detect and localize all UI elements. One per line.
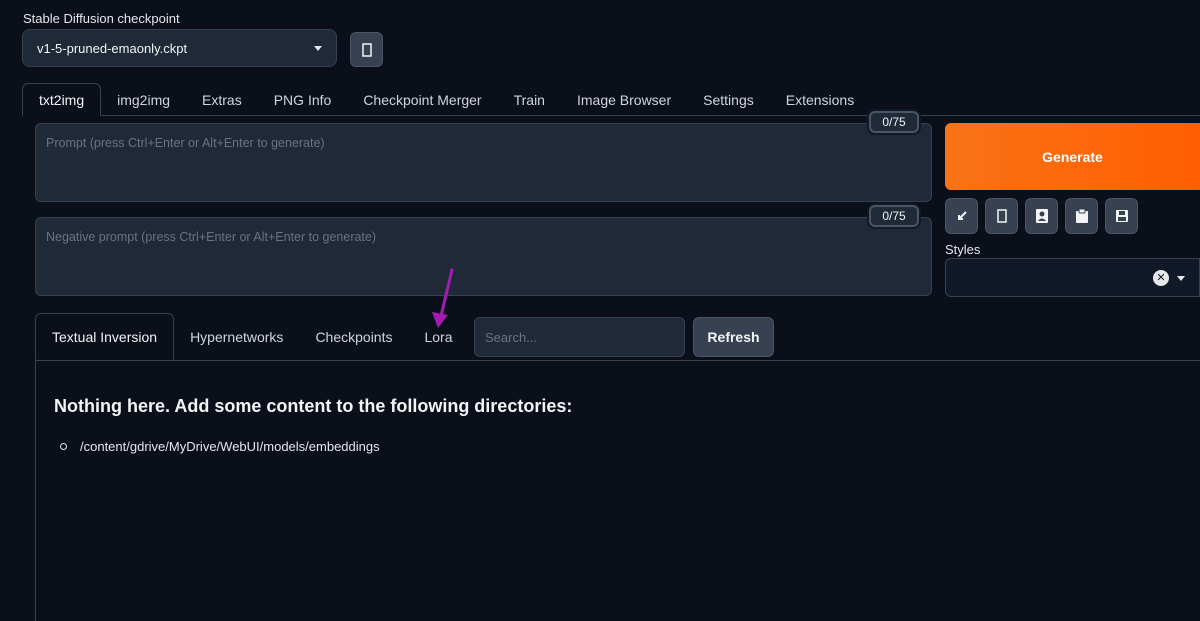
chevron-down-icon xyxy=(1177,276,1185,281)
prompt-input[interactable]: Prompt (press Ctrl+Enter or Alt+Enter to… xyxy=(35,123,932,202)
empty-state-message: Nothing here. Add some content to the fo… xyxy=(54,396,573,416)
save-style-button[interactable] xyxy=(1105,198,1138,234)
clear-icon[interactable]: ✕ xyxy=(1153,270,1169,286)
negative-prompt-token-counter: 0/75 xyxy=(869,205,919,227)
tab-extensions[interactable]: Extensions xyxy=(770,83,870,116)
styles-label: Styles xyxy=(945,242,981,257)
extra-networks-refresh-button[interactable]: Refresh xyxy=(693,317,774,357)
save-icon xyxy=(1115,210,1128,222)
styles-select[interactable]: ✕ xyxy=(945,258,1200,297)
checkpoint-select[interactable]: v1-5-pruned-emaonly.ckpt xyxy=(22,29,337,67)
extra-networks-tabs: Textual Inversion Hypernetworks Checkpoi… xyxy=(35,313,469,360)
refresh-icon xyxy=(361,42,372,57)
generate-button[interactable]: Generate xyxy=(945,123,1200,190)
clear-prompt-button[interactable] xyxy=(985,198,1018,234)
list-item: /content/gdrive/MyDrive/WebUI/models/emb… xyxy=(60,439,380,454)
directory-list: /content/gdrive/MyDrive/WebUI/models/emb… xyxy=(60,439,380,454)
image-icon xyxy=(1035,209,1048,223)
refresh-checkpoint-button[interactable] xyxy=(350,32,383,67)
tab-settings[interactable]: Settings xyxy=(687,83,770,116)
tab-checkpoint-merger[interactable]: Checkpoint Merger xyxy=(347,83,497,116)
prompt-token-counter: 0/75 xyxy=(869,111,919,133)
main-tabs: txt2img img2img Extras PNG Info Checkpoi… xyxy=(22,83,870,116)
tab-textual-inversion[interactable]: Textual Inversion xyxy=(35,313,175,360)
apply-style-button[interactable] xyxy=(1065,198,1098,234)
extra-networks-search-input[interactable] xyxy=(474,317,685,357)
show-extra-networks-button[interactable] xyxy=(1025,198,1058,234)
bullet-icon xyxy=(60,443,67,450)
tab-train[interactable]: Train xyxy=(498,83,561,116)
annotation-arrow xyxy=(432,268,454,328)
tab-txt2img[interactable]: txt2img xyxy=(22,83,102,116)
chevron-down-icon xyxy=(314,45,322,51)
tab-png-info[interactable]: PNG Info xyxy=(258,83,348,116)
tab-hypernetworks[interactable]: Hypernetworks xyxy=(174,313,299,360)
read-params-button[interactable] xyxy=(945,198,978,234)
checkpoint-value: v1-5-pruned-emaonly.ckpt xyxy=(37,40,188,56)
extra-networks-divider xyxy=(35,360,1200,361)
negative-prompt-input[interactable]: Negative prompt (press Ctrl+Enter or Alt… xyxy=(35,217,932,296)
arrow-diagonal-icon xyxy=(957,211,967,220)
clipboard-icon xyxy=(1075,208,1088,223)
tab-img2img[interactable]: img2img xyxy=(101,83,186,116)
tab-checkpoints[interactable]: Checkpoints xyxy=(299,313,408,360)
extra-networks-panel-border xyxy=(35,360,36,621)
directory-path: /content/gdrive/MyDrive/WebUI/models/emb… xyxy=(80,439,380,454)
tab-image-browser[interactable]: Image Browser xyxy=(561,83,687,116)
trash-icon xyxy=(996,209,1007,223)
tab-extras[interactable]: Extras xyxy=(186,83,258,116)
checkpoint-label: Stable Diffusion checkpoint xyxy=(23,11,180,26)
